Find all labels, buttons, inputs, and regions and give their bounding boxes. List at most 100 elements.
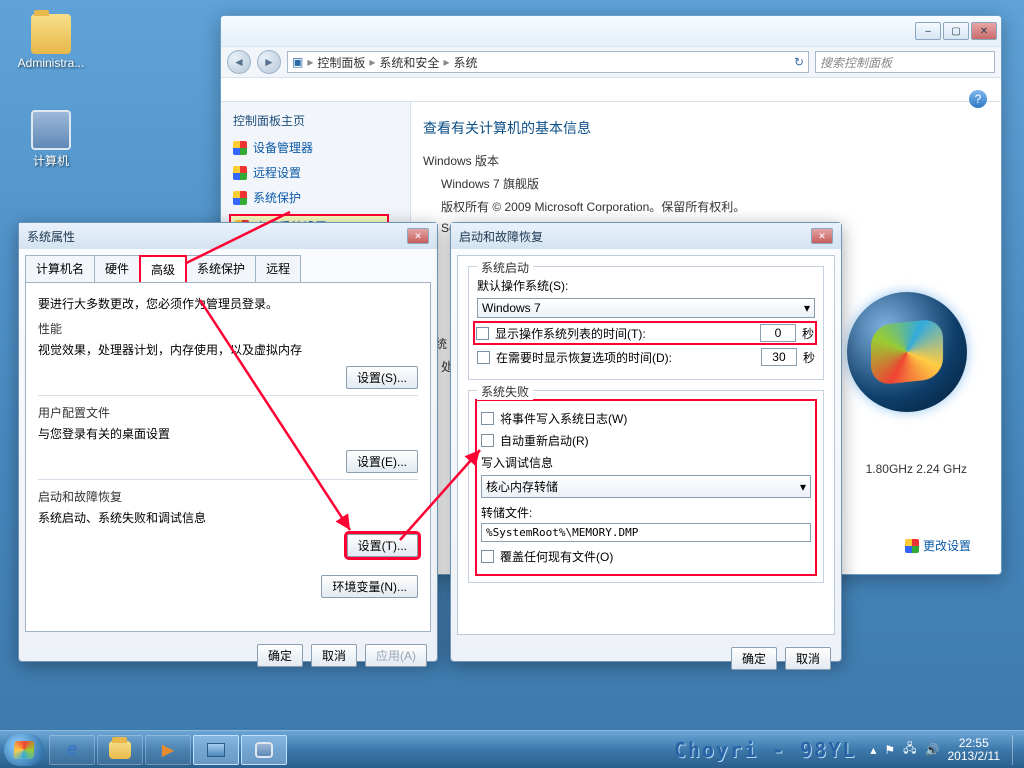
checkbox-auto-restart[interactable] (481, 434, 494, 447)
ie-icon: e (67, 739, 77, 760)
show-list-label: 显示操作系统列表的时间(T): (495, 325, 646, 342)
close-button[interactable]: ✕ (971, 22, 997, 40)
startup-recovery-dialog: 启动和故障恢复 ✕ 系统启动 默认操作系统(S): Windows 7▾ 显示操… (450, 222, 842, 662)
failure-group: 系统失败 将事件写入系统日志(W) 自动重新启动(R) 写入调试信息 核心内存转… (468, 390, 824, 583)
desktop-icon-computer[interactable]: 计算机 (16, 110, 86, 169)
apply-button[interactable]: 应用(A) (365, 644, 427, 667)
close-button[interactable]: ✕ (811, 228, 833, 244)
copyright-value: 版权所有 © 2009 Microsoft Corporation。保留所有权利… (441, 198, 989, 215)
search-input[interactable]: 搜索控制面板 (815, 51, 995, 73)
chevron-down-icon: ▾ (800, 480, 806, 494)
address-bar[interactable]: ▣ ▸控制面板 ▸系统和安全 ▸系统 ↻ (287, 51, 809, 73)
section-edition-header: Windows 版本 (423, 152, 989, 169)
watermark: Choyri - 98YL (674, 738, 857, 762)
window-icon (207, 743, 225, 757)
shield-icon (233, 166, 247, 180)
breadcrumb[interactable]: 控制面板 (317, 54, 365, 71)
perf-title: 性能 (38, 320, 418, 337)
default-os-label: 默认操作系统(S): (477, 277, 815, 294)
folder-icon (31, 14, 71, 54)
shield-icon (233, 141, 247, 155)
sidebar-header: 控制面板主页 (233, 112, 410, 129)
maximize-button[interactable]: ▢ (943, 22, 969, 40)
tray-up-icon[interactable]: ▴ (870, 743, 876, 757)
show-recovery-label: 在需要时显示恢复选项的时间(D): (496, 349, 672, 366)
clock[interactable]: 22:55 2013/2/11 (948, 737, 1001, 763)
checkbox-log-event[interactable] (481, 412, 494, 425)
tabs: 计算机名 硬件 高级 系统保护 远程 (25, 255, 431, 282)
system-properties-dialog: 系统属性 ✕ 计算机名 硬件 高级 系统保护 远程 要进行大多数更改，您必须作为… (18, 222, 438, 662)
change-settings-link[interactable]: 更改设置 (905, 537, 971, 554)
task-explorer[interactable] (97, 735, 143, 765)
sidebar-link-remote[interactable]: 远程设置 (233, 164, 410, 181)
profile-title: 用户配置文件 (38, 404, 418, 421)
task-ie[interactable]: e (49, 735, 95, 765)
admin-note: 要进行大多数更改，您必须作为管理员登录。 (38, 295, 418, 312)
tab-remote[interactable]: 远程 (255, 255, 301, 282)
ok-button[interactable]: 确定 (731, 647, 777, 670)
dialog-title: 启动和故障恢复 (459, 228, 543, 245)
ok-button[interactable]: 确定 (257, 644, 303, 667)
sidebar-link-device-manager[interactable]: 设备管理器 (233, 139, 410, 156)
shield-icon (233, 191, 247, 205)
breadcrumb[interactable]: 系统 (453, 54, 477, 71)
forward-button[interactable]: ► (257, 50, 281, 74)
chevron-down-icon: ▾ (804, 301, 810, 315)
window-titlebar: – ▢ ✕ (221, 16, 1001, 46)
windows-logo (847, 292, 967, 412)
start-button[interactable] (4, 734, 44, 766)
desktop-icon-label: Administra... (16, 56, 86, 70)
profile-settings-button[interactable]: 设置(E)... (346, 450, 418, 473)
windows-flag-icon (13, 741, 34, 759)
show-desktop[interactable] (1012, 735, 1020, 765)
page-title: 查看有关计算机的基本信息 (423, 118, 989, 138)
task-sysinfo[interactable] (241, 735, 287, 765)
env-vars-button[interactable]: 环境变量(N)... (321, 575, 418, 598)
edition-value: Windows 7 旗舰版 (441, 175, 989, 192)
close-button[interactable]: ✕ (407, 228, 429, 244)
media-icon: ▶ (162, 740, 174, 760)
computer-icon (31, 110, 71, 150)
refresh-icon[interactable]: ↻ (794, 55, 804, 69)
startup-legend: 系统启动 (477, 259, 533, 276)
tab-computer-name[interactable]: 计算机名 (25, 255, 95, 282)
default-os-select[interactable]: Windows 7▾ (477, 298, 815, 318)
desktop-icon-admin[interactable]: Administra... (16, 14, 86, 70)
dialog-title: 系统属性 (27, 228, 75, 245)
tab-advanced[interactable]: 高级 (139, 255, 187, 282)
cancel-button[interactable]: 取消 (311, 644, 357, 667)
desktop-icon-label: 计算机 (16, 152, 86, 169)
dump-file-label: 转储文件: (481, 504, 811, 521)
checkbox-show-recovery[interactable] (477, 351, 490, 364)
checkbox-show-list[interactable] (476, 327, 489, 340)
startup-title: 启动和故障恢复 (38, 488, 418, 505)
action-center-icon[interactable]: ⚑ (884, 743, 895, 757)
task-media[interactable]: ▶ (145, 735, 191, 765)
back-button[interactable]: ◄ (227, 50, 251, 74)
startup-settings-button[interactable]: 设置(T)... (347, 534, 418, 557)
volume-icon[interactable]: 🔊 (925, 743, 940, 757)
shield-icon (905, 539, 919, 553)
failure-legend: 系统失败 (477, 383, 533, 400)
task-control-panel[interactable] (193, 735, 239, 765)
startup-desc: 系统启动、系统失败和调试信息 (38, 509, 418, 526)
cancel-button[interactable]: 取消 (785, 647, 831, 670)
tab-protect[interactable]: 系统保护 (186, 255, 256, 282)
network-icon[interactable]: 🖧 (903, 739, 916, 760)
breadcrumb[interactable]: 系统和安全 (379, 54, 439, 71)
tab-hardware[interactable]: 硬件 (94, 255, 140, 282)
taskbar: e ▶ Choyri - 98YL ▴ ⚑ 🖧 🔊 22:55 2013/2/1… (0, 730, 1024, 768)
startup-group: 系统启动 默认操作系统(S): Windows 7▾ 显示操作系统列表的时间(T… (468, 266, 824, 380)
dump-label: 写入调试信息 (481, 454, 811, 471)
checkbox-overwrite[interactable] (481, 550, 494, 563)
show-recovery-seconds[interactable]: 30 (761, 348, 797, 366)
perf-settings-button[interactable]: 设置(S)... (346, 366, 418, 389)
minimize-button[interactable]: – (915, 22, 941, 40)
dump-type-select[interactable]: 核心内存转储▾ (481, 475, 811, 498)
dump-file-input[interactable] (481, 523, 811, 542)
show-list-seconds[interactable]: 0 (760, 324, 796, 342)
perf-desc: 视觉效果，处理器计划，内存使用，以及虚拟内存 (38, 341, 418, 358)
folder-icon (109, 741, 131, 759)
sidebar-link-protect[interactable]: 系统保护 (233, 189, 410, 206)
nav-toolbar: ◄ ► ▣ ▸控制面板 ▸系统和安全 ▸系统 ↻ 搜索控制面板 (221, 46, 1001, 78)
